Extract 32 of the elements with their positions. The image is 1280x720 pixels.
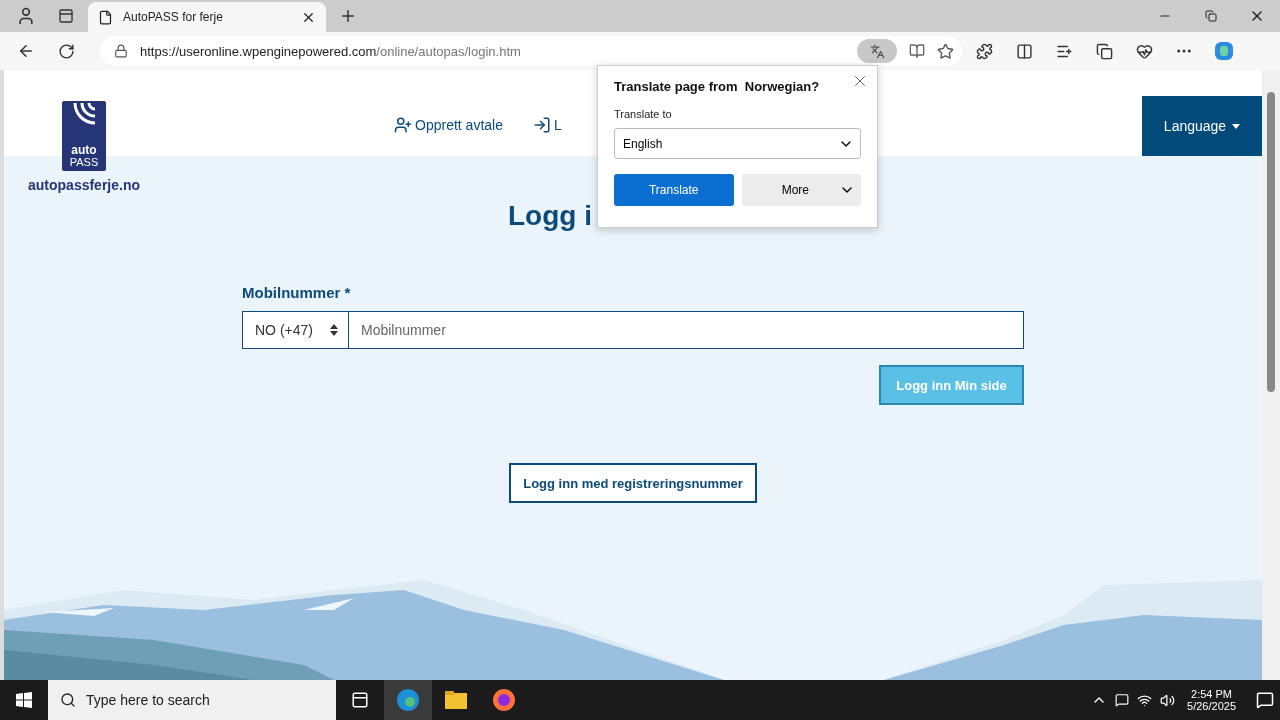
address-field[interactable]: https://useronline.wpenginepowered.com/online/autopas/login.htm <box>100 36 962 66</box>
notifications-icon[interactable] <box>1256 691 1274 709</box>
translate-icon[interactable] <box>857 39 897 63</box>
phone-field[interactable]: NO (+47) Mobilnummer <box>242 311 1024 349</box>
autopass-logo[interactable]: auto PASS <box>62 101 106 171</box>
read-aloud-icon[interactable] <box>909 43 925 59</box>
more-button[interactable]: More <box>741 174 861 206</box>
search-icon <box>60 692 76 708</box>
translate-popup: Translate page from Norwegian? Translate to English Translate More <box>597 65 878 228</box>
nav-link[interactable]: L <box>532 116 562 134</box>
taskbar-clock[interactable]: 2:54 PM 5/26/2025 <box>1187 688 1236 712</box>
user-add-icon <box>394 116 413 134</box>
site-domain: autopassferje.no <box>28 177 141 193</box>
taskbar-search-field[interactable]: Type here to search <box>48 680 336 720</box>
registration-login-button[interactable]: Logg inn med registreringsnummer <box>509 463 757 503</box>
lock-icon <box>114 44 128 58</box>
language-select[interactable]: English <box>614 128 861 159</box>
sort-arrows-icon <box>330 324 338 336</box>
field-label: Mobilnummer * <box>242 284 352 301</box>
edge-browser-icon[interactable] <box>384 680 432 720</box>
favorite-star-icon[interactable] <box>937 42 954 60</box>
browser-tab[interactable]: AutoPASS for ferje <box>88 2 326 32</box>
nav-link[interactable]: Opprett avtale <box>394 116 503 134</box>
login-icon <box>532 116 551 134</box>
scrollbar-thumb[interactable] <box>1267 92 1275 392</box>
page-icon <box>98 9 113 25</box>
caret-icon <box>1232 123 1241 129</box>
page-title: Logg i <box>508 200 593 232</box>
network-icon[interactable] <box>1137 692 1153 708</box>
language-button[interactable]: Language <box>1142 96 1262 156</box>
translate-button[interactable]: Translate <box>614 174 734 206</box>
volume-icon[interactable] <box>1160 692 1176 708</box>
